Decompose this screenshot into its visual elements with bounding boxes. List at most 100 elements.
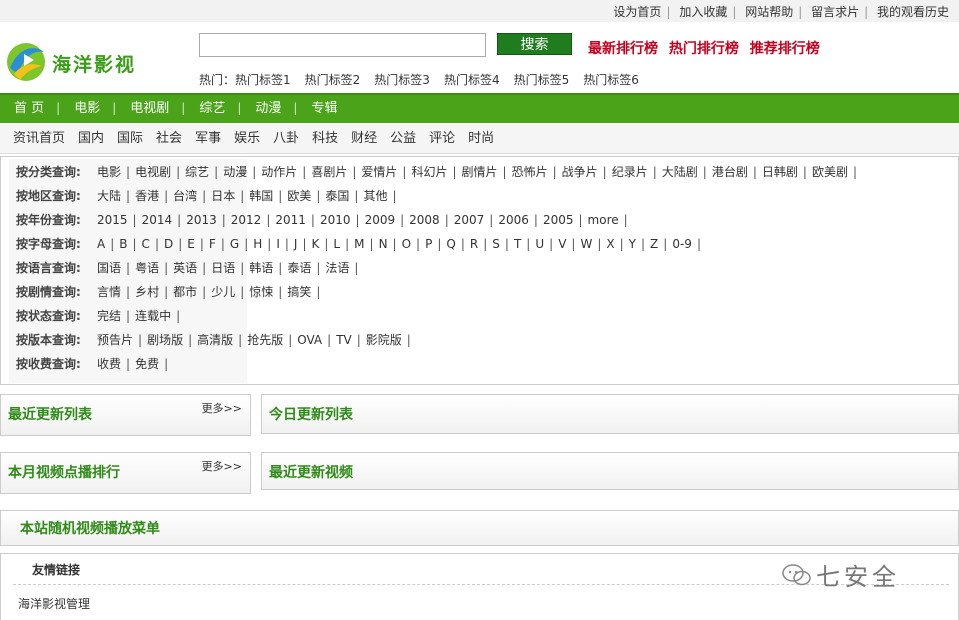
filter-option[interactable]: 2008 [409,213,440,227]
subnav-item[interactable]: 资讯首页 [13,124,65,154]
filter-option[interactable]: 高清版 [197,333,233,347]
request-link[interactable]: 留言求片 [811,5,859,19]
filter-option[interactable]: 科幻片 [411,165,447,179]
filter-option[interactable]: 国语 [97,261,121,275]
filter-option[interactable]: 免费 [135,357,159,371]
filter-option[interactable]: 欧美剧 [812,165,848,179]
nav-movie[interactable]: 电影 [60,95,112,123]
filter-option[interactable]: 战争片 [562,165,598,179]
filter-option[interactable]: 英语 [173,261,197,275]
filter-option[interactable]: 完结 [97,309,121,323]
filter-option[interactable]: more [588,213,619,227]
filter-option[interactable]: 大陆剧 [662,165,698,179]
month-rank-more-link[interactable]: 更多>> [202,458,242,474]
hot-rank-link[interactable]: 热门排行榜 [669,41,739,57]
filter-option[interactable]: Z [650,237,658,251]
nav-album[interactable]: 专辑 [297,95,349,123]
filter-option[interactable]: 欧美 [287,189,311,203]
filter-option[interactable]: 惊悚 [249,285,273,299]
filter-option[interactable]: O [402,237,411,251]
filter-option[interactable]: 大陆 [97,189,121,203]
filter-option[interactable]: C [142,237,150,251]
filter-option[interactable]: 抢先版 [247,333,283,347]
filter-option[interactable]: N [379,237,388,251]
filter-option[interactable]: 剧场版 [147,333,183,347]
filter-option[interactable]: V [558,237,566,251]
subnav-item[interactable]: 公益 [390,124,416,154]
filter-option[interactable]: E [187,237,195,251]
site-logo[interactable]: 海洋影视 [4,38,144,84]
subnav-item[interactable]: 评论 [429,124,455,154]
filter-option[interactable]: 日语 [211,261,235,275]
filter-option[interactable]: R [470,237,478,251]
hot-tag[interactable]: 热门标签6 [583,73,639,87]
hot-tag[interactable]: 热门标签5 [514,73,570,87]
filter-option[interactable]: 恐怖片 [512,165,548,179]
filter-option[interactable]: X [606,237,614,251]
add-favorite-link[interactable]: 加入收藏 [679,5,727,19]
nav-home[interactable]: 首 页 [0,95,56,123]
nav-variety[interactable]: 综艺 [185,95,237,123]
filter-option[interactable]: 电视剧 [135,165,171,179]
filter-option[interactable]: F [209,237,216,251]
filter-option[interactable]: P [425,237,432,251]
filter-option[interactable]: B [119,237,127,251]
filter-option[interactable]: L [333,237,340,251]
filter-option[interactable]: 2012 [231,213,262,227]
search-button[interactable]: 搜索 [497,33,572,55]
hot-tag[interactable]: 热门标签2 [305,73,361,87]
filter-option[interactable]: 都市 [173,285,197,299]
filter-option[interactable]: 港台剧 [712,165,748,179]
subnav-item[interactable]: 财经 [351,124,377,154]
filter-option[interactable]: 少儿 [211,285,235,299]
filter-option[interactable]: TV [336,333,352,347]
filter-option[interactable]: 韩语 [249,261,273,275]
filter-option[interactable]: 日韩剧 [762,165,798,179]
filter-option[interactable]: 香港 [135,189,159,203]
filter-option[interactable]: 法语 [325,261,349,275]
subnav-item[interactable]: 社会 [156,124,182,154]
filter-option[interactable]: 2009 [365,213,396,227]
filter-option[interactable]: 韩国 [249,189,273,203]
subnav-item[interactable]: 国内 [78,124,104,154]
filter-option[interactable]: 其他 [363,189,387,203]
filter-option[interactable]: 爱情片 [361,165,397,179]
filter-option[interactable]: S [492,237,500,251]
filter-option[interactable]: 泰国 [325,189,349,203]
nav-anime[interactable]: 动漫 [241,95,293,123]
filter-option[interactable]: 泰语 [287,261,311,275]
filter-option[interactable]: I [276,237,280,251]
filter-option[interactable]: 粤语 [135,261,159,275]
help-link[interactable]: 网站帮助 [745,5,793,19]
filter-option[interactable]: 2013 [186,213,217,227]
filter-option[interactable]: 预告片 [97,333,133,347]
filter-option[interactable]: 2011 [275,213,306,227]
hot-tag[interactable]: 热门标签4 [444,73,500,87]
filter-option[interactable]: 综艺 [185,165,209,179]
filter-option[interactable]: Y [629,237,636,251]
filter-option[interactable]: 2015 [97,213,128,227]
filter-option[interactable]: 言情 [97,285,121,299]
search-input[interactable] [199,33,486,57]
filter-option[interactable]: 剧情片 [462,165,498,179]
filter-option[interactable]: 喜剧片 [311,165,347,179]
filter-option[interactable]: 影院版 [366,333,402,347]
filter-option[interactable]: M [354,237,364,251]
filter-option[interactable]: 2006 [498,213,529,227]
filter-option[interactable]: Q [446,237,455,251]
filter-option[interactable]: 2014 [142,213,173,227]
filter-option[interactable]: 纪录片 [612,165,648,179]
subnav-item[interactable]: 娱乐 [234,124,260,154]
filter-option[interactable]: 2010 [320,213,351,227]
subnav-item[interactable]: 八卦 [273,124,299,154]
filter-option[interactable]: 电影 [97,165,121,179]
filter-option[interactable]: A [97,237,105,251]
filter-option[interactable]: 动漫 [223,165,247,179]
filter-option[interactable]: 日本 [211,189,235,203]
filter-option[interactable]: 2007 [454,213,485,227]
filter-option[interactable]: 台湾 [173,189,197,203]
hot-tag[interactable]: 热门标签3 [374,73,430,87]
recommend-rank-link[interactable]: 推荐排行榜 [750,41,820,57]
filter-option[interactable]: G [230,237,239,251]
filter-option[interactable]: U [535,237,544,251]
